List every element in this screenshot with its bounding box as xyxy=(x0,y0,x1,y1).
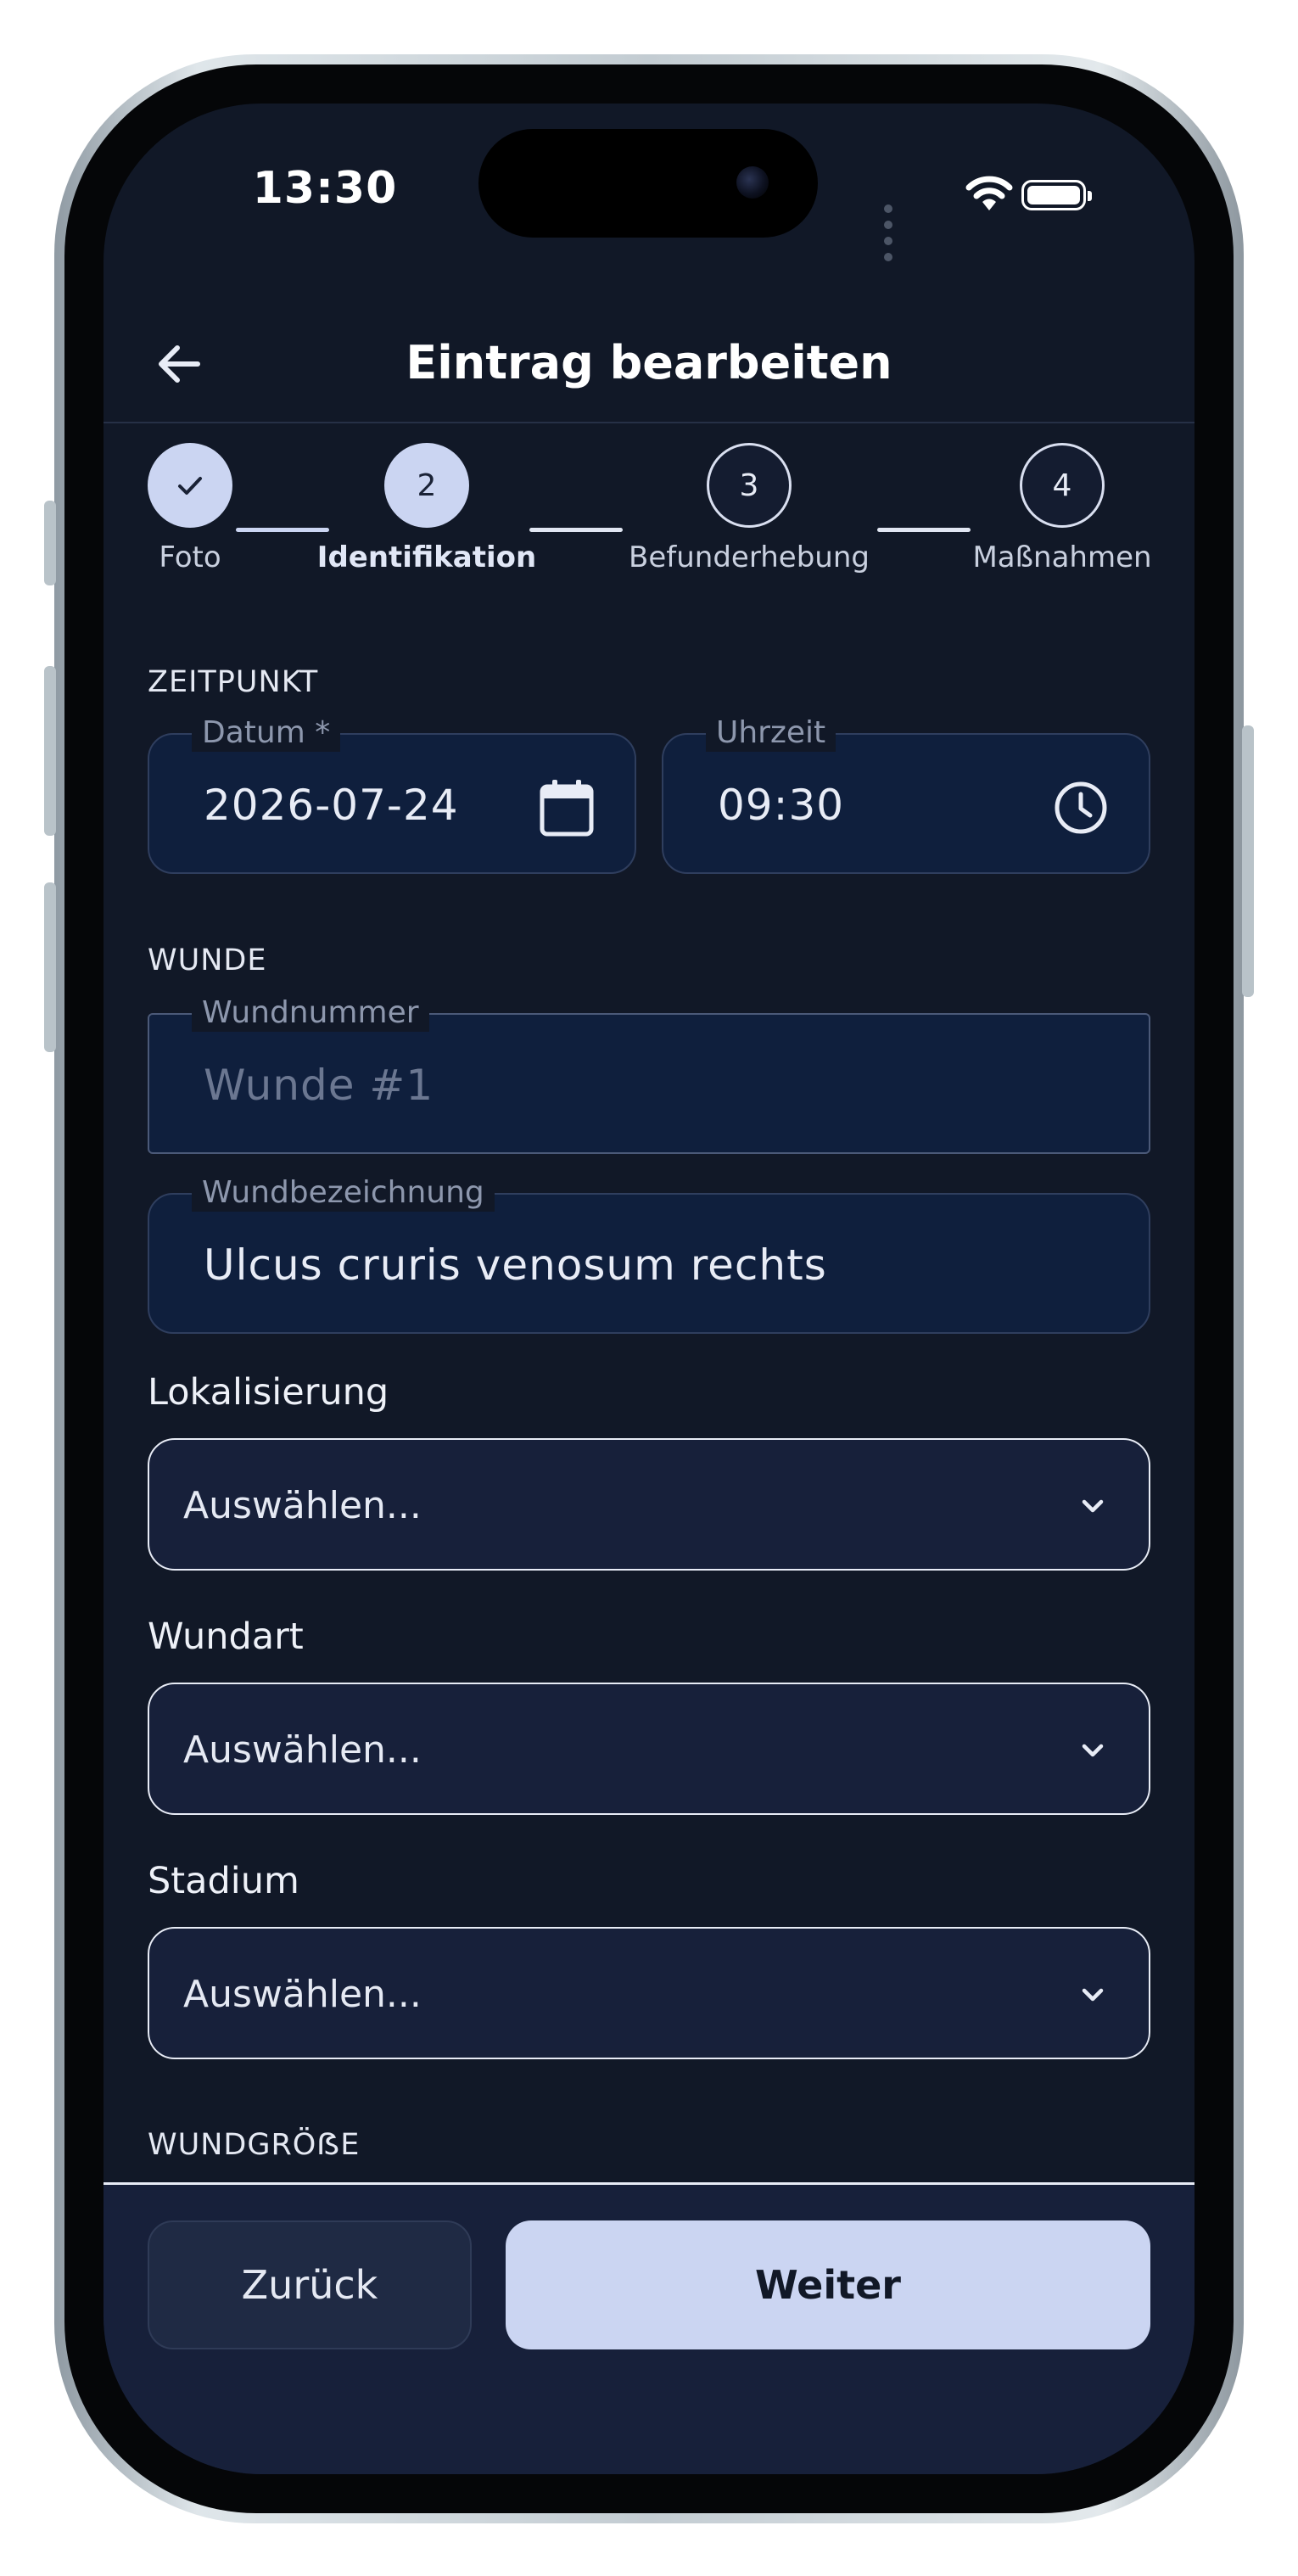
power-button xyxy=(1242,725,1254,997)
status-time: 13:30 xyxy=(252,163,398,214)
camera-lens xyxy=(736,166,769,199)
step-label-befunderhebung: Befunderhebung xyxy=(629,540,870,574)
section-title-wound-size: WUNDGRÖẞE xyxy=(148,2128,361,2162)
progress-stepper: 2 3 4 Foto Identifikation Befunderhebung… xyxy=(104,443,1194,604)
date-field[interactable]: Datum * 2026-07-24 xyxy=(148,714,636,874)
wound-type-value: Auswählen... xyxy=(183,1728,422,1772)
wound-type-select[interactable]: Auswählen... xyxy=(148,1683,1150,1815)
next-button[interactable]: Weiter xyxy=(506,2220,1150,2349)
date-value: 2026-07-24 xyxy=(204,781,459,830)
chevron-down-icon xyxy=(1082,1744,1104,1757)
app-bar: Eintrag bearbeiten xyxy=(104,316,1194,423)
time-field-label: Uhrzeit xyxy=(706,714,836,752)
back-button[interactable]: Zurück xyxy=(148,2220,472,2349)
app-screen: 13:30 Eintrag bearbeiten 2 3 4 Foto Iden… xyxy=(104,104,1194,2474)
step-befunderhebung-circle[interactable]: 3 xyxy=(707,443,792,528)
clock-icon xyxy=(1055,781,1107,834)
localization-label: Lokalisierung xyxy=(148,1371,389,1414)
step-identifikation-circle[interactable]: 2 xyxy=(384,443,469,528)
wound-name-field[interactable]: Wundbezeichnung Ulcus cruris venosum rec… xyxy=(148,1174,1150,1334)
wound-number-field[interactable]: Wundnummer Wunde #1 xyxy=(148,994,1150,1154)
volume-down-button xyxy=(44,882,56,1052)
stage-label: Stadium xyxy=(148,1860,299,1902)
step-connector xyxy=(529,528,623,532)
wound-type-label: Wundart xyxy=(148,1616,304,1658)
wound-number-label: Wundnummer xyxy=(192,994,429,1032)
time-value: 09:30 xyxy=(718,781,845,830)
calendar-button[interactable] xyxy=(533,774,601,842)
time-field[interactable]: Uhrzeit 09:30 xyxy=(662,714,1150,874)
step-label-massnahmen: Maßnahmen xyxy=(972,540,1152,574)
wifi-icon xyxy=(965,176,1013,210)
step-connector xyxy=(877,528,971,532)
wound-number-placeholder: Wunde #1 xyxy=(204,1061,434,1110)
calendar-icon xyxy=(540,780,594,837)
chevron-down-icon xyxy=(1082,1499,1104,1513)
step-massnahmen-circle[interactable]: 4 xyxy=(1020,443,1105,528)
step-foto-circle[interactable] xyxy=(148,443,232,528)
dynamic-island xyxy=(478,129,818,238)
date-field-label: Datum * xyxy=(192,714,341,752)
wound-name-label: Wundbezeichnung xyxy=(192,1174,495,1212)
bottom-action-bar: Zurück Weiter xyxy=(104,2182,1194,2474)
localization-select[interactable]: Auswählen... xyxy=(148,1438,1150,1571)
localization-value: Auswählen... xyxy=(183,1484,422,1527)
wound-name-value: Ulcus cruris venosum rechts xyxy=(204,1240,827,1290)
chevron-down-icon xyxy=(1082,1988,1104,2002)
check-icon xyxy=(178,477,202,495)
section-title-zeitpunkt: ZEITPUNKT xyxy=(148,665,319,699)
page-title: Eintrag bearbeiten xyxy=(406,336,892,389)
step-label-foto: Foto xyxy=(159,540,221,574)
cellular-icon xyxy=(884,200,898,265)
volume-up-button xyxy=(44,666,56,836)
clock-button[interactable] xyxy=(1047,774,1115,842)
step-connector xyxy=(236,528,329,532)
action-button xyxy=(44,501,56,585)
stage-value: Auswählen... xyxy=(183,1973,422,2016)
stage-select[interactable]: Auswählen... xyxy=(148,1927,1150,2059)
battery-icon xyxy=(1021,180,1092,210)
section-title-wunde: WUNDE xyxy=(148,944,267,977)
step-label-identifikation: Identifikation xyxy=(316,540,537,574)
